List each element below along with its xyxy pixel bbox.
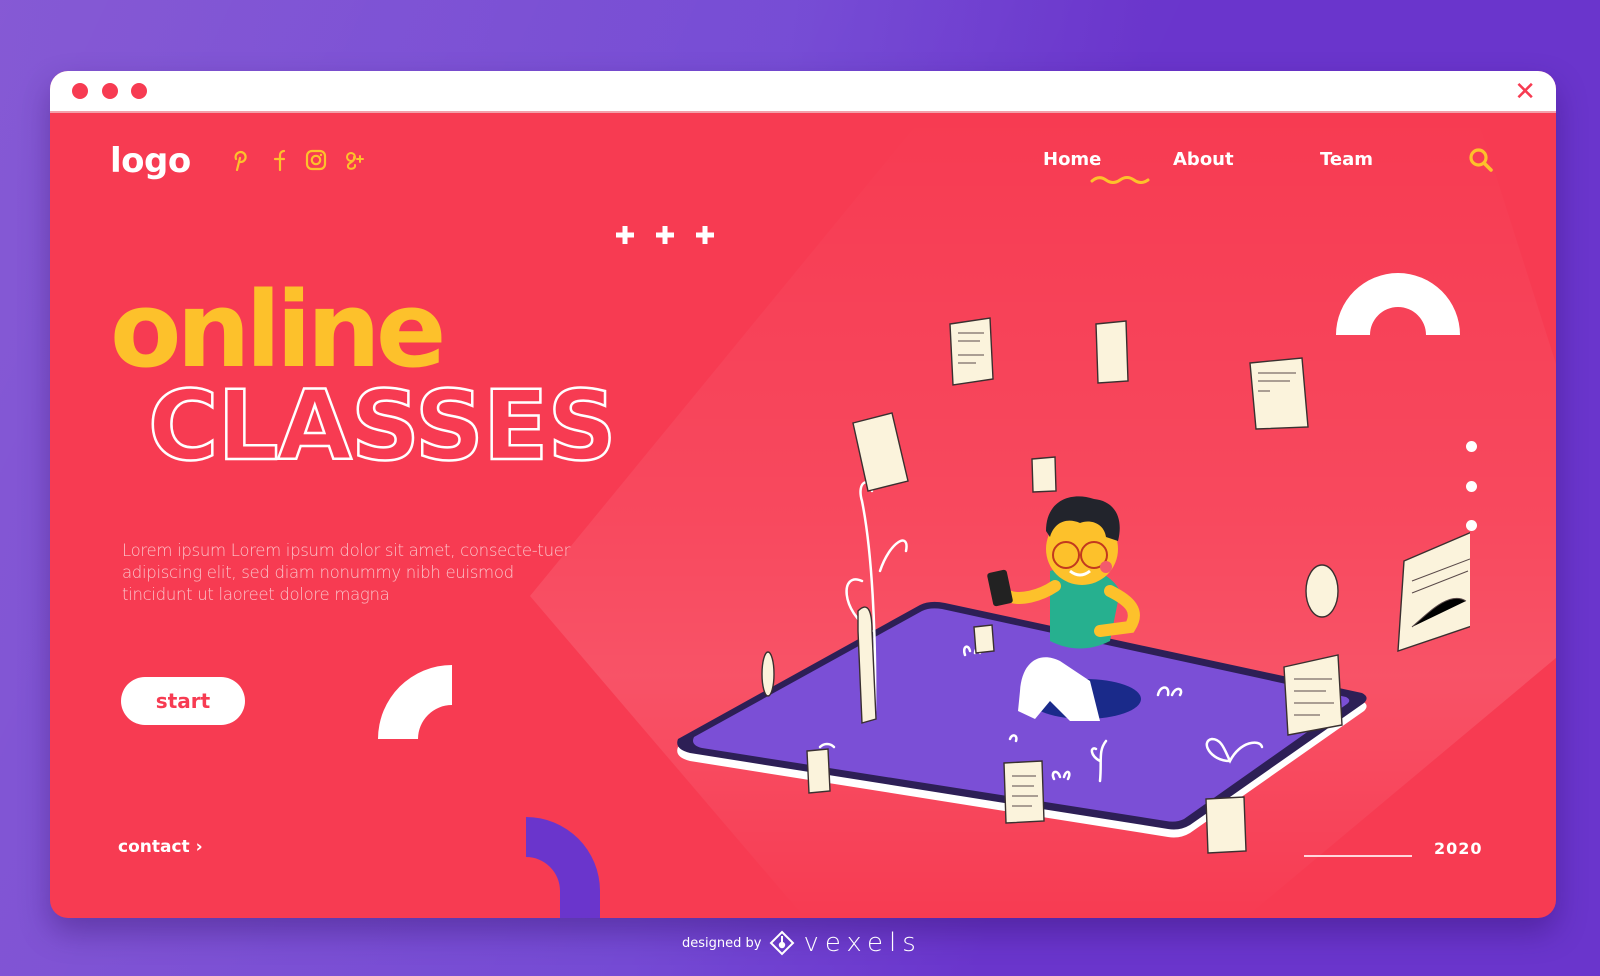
nav-about[interactable]: About (1173, 149, 1234, 170)
window-titlebar: ✕ (50, 71, 1556, 113)
start-button[interactable]: start (121, 677, 245, 725)
logo[interactable]: logo (110, 141, 191, 181)
contact-link[interactable]: contact › (118, 837, 203, 857)
divider-line (1304, 855, 1412, 857)
nav-home[interactable]: Home (1043, 149, 1101, 170)
online-class-illustration (677, 317, 1470, 854)
landing-page: logo Home About Team online CLASSES Lore… (50, 113, 1556, 918)
google-plus-icon[interactable] (344, 149, 366, 171)
window-control-dot[interactable] (102, 83, 118, 99)
year-label: 2020 (1434, 839, 1483, 858)
close-icon[interactable]: ✕ (1514, 77, 1536, 107)
facebook-icon[interactable] (272, 149, 286, 171)
window-control-dot[interactable] (131, 83, 147, 99)
pinterest-icon[interactable] (232, 149, 248, 171)
search-icon[interactable] (1468, 147, 1494, 173)
window-control-dot[interactable] (72, 83, 88, 99)
chevron-right-icon: › (195, 837, 203, 857)
hero-description: Lorem ipsum Lorem ipsum dolor sit amet, … (122, 541, 571, 604)
active-nav-underline (1090, 176, 1150, 184)
contact-label: contact (118, 837, 190, 857)
vexels-logo-icon (770, 930, 795, 956)
nav-team[interactable]: Team (1320, 149, 1373, 170)
hero-title-classes: CLASSES (147, 370, 618, 482)
credit-prefix: designed by (682, 935, 762, 951)
browser-window: ✕ logo Home About Team online CLASSES Lo… (50, 71, 1556, 918)
quarter-ring-purple (526, 817, 600, 918)
designer-credit: designed by vexels (682, 928, 922, 958)
credit-brand: vexels (803, 928, 922, 958)
quarter-ring-white (378, 665, 452, 739)
hero-title-online: online (110, 269, 446, 391)
instagram-icon[interactable] (305, 149, 327, 171)
